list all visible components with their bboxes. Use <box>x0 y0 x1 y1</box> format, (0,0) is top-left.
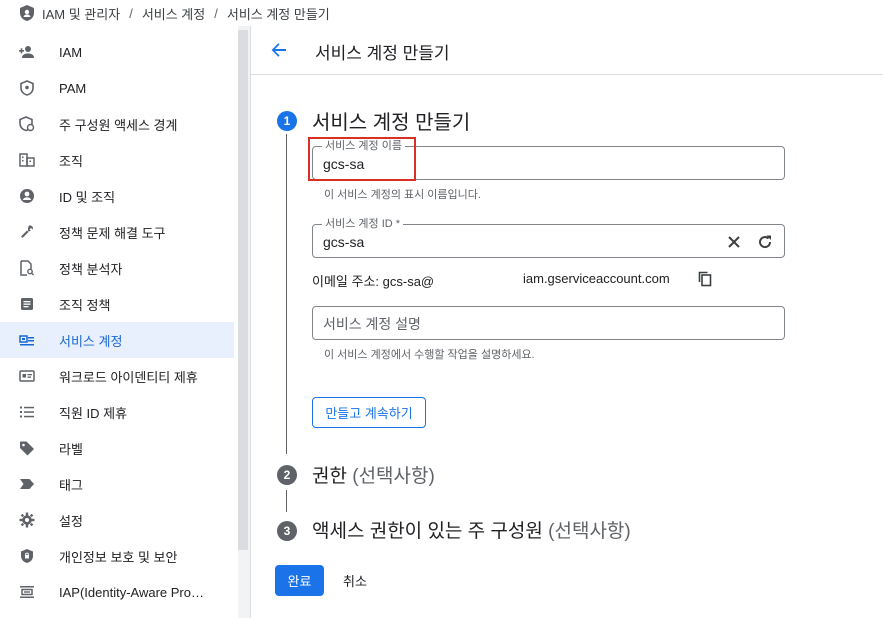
sidebar-item-label: 조직 <box>59 153 83 169</box>
email-address-prefix: 이메일 주소: gcs-sa@ <box>312 274 435 289</box>
sidebar-item-policy-analyzer[interactable]: 정책 분석자 <box>0 250 234 286</box>
step-number-1: 1 <box>277 111 297 131</box>
step-connector-line <box>286 134 287 454</box>
sidebar-scrollbar-thumb[interactable] <box>238 30 248 550</box>
create-and-continue-button[interactable]: 만들고 계속하기 <box>312 397 426 428</box>
step-title-text: 권한 <box>312 466 353 487</box>
sidebar-item-iam[interactable]: IAM <box>0 34 234 70</box>
copy-icon[interactable] <box>698 271 712 287</box>
sidebar-item-label: IAP(Identity-Aware Pro… <box>59 584 204 600</box>
sidebar-item-labels[interactable]: 라벨 <box>0 430 234 466</box>
sidebar-item-label: 정책 분석자 <box>59 261 123 277</box>
sidebar-item-organizations[interactable]: 조직 <box>0 142 234 178</box>
sidebar-item-label: PAM <box>59 80 87 96</box>
service-account-id-field: 서비스 계정 ID * <box>312 218 785 258</box>
wrench-icon <box>19 224 35 240</box>
service-account-description-hint: 이 서비스 계정에서 수행할 작업을 설명하세요. <box>324 349 535 361</box>
breadcrumb: IAM 및 관리자 / 서비스 계정 / 서비스 계정 만들기 <box>0 0 883 26</box>
page-header: 서비스 계정 만들기 <box>251 26 883 75</box>
clear-icon[interactable] <box>725 233 743 251</box>
sidebar-item-org-policies[interactable]: 조직 정책 <box>0 286 234 322</box>
label-arrow-icon <box>19 476 35 492</box>
service-account-name-hint: 이 서비스 계정의 표시 이름입니다. <box>324 189 481 201</box>
sidebar-item-privacy-security[interactable]: 개인정보 보호 및 보안 <box>0 538 234 574</box>
id-card-icon <box>19 368 35 384</box>
gear-icon <box>19 512 35 528</box>
shield-icon <box>20 5 34 21</box>
service-account-description-field <box>312 306 785 340</box>
sidebar-item-pam[interactable]: PAM <box>0 70 234 106</box>
service-account-id-label: 서비스 계정 ID * <box>322 218 404 230</box>
step-optional-text: (선택사항) <box>352 466 435 487</box>
sidebar-item-workload-identity-federation[interactable]: 워크로드 아이덴티티 제휴 <box>0 358 234 394</box>
sidebar: IAM PAM 주 구성원 액세스 경계 조직 ID 및 조직 정책 문제 해결… <box>0 34 234 610</box>
step-title-2[interactable]: 권한 (선택사항) <box>312 461 435 488</box>
list-document-icon <box>19 296 35 312</box>
tag-icon <box>19 440 35 456</box>
back-arrow-icon[interactable] <box>269 40 289 60</box>
sidebar-item-label: 정책 문제 해결 도구 <box>59 225 166 241</box>
building-icon <box>19 152 35 168</box>
sidebar-item-label: 주 구성원 액세스 경계 <box>59 117 178 133</box>
sidebar-item-settings[interactable]: 설정 <box>0 502 234 538</box>
sidebar-item-label: 라벨 <box>59 441 83 457</box>
highlight-box <box>308 137 416 181</box>
step-title-3[interactable]: 액세스 권한이 있는 주 구성원 (선택사항) <box>312 516 631 543</box>
sidebar-divider <box>250 26 251 618</box>
email-address-domain: iam.gserviceaccount.com <box>523 271 670 286</box>
sidebar-item-policy-troubleshooter[interactable]: 정책 문제 해결 도구 <box>0 214 234 250</box>
breadcrumb-separator: / <box>129 5 133 21</box>
breadcrumb-item-service-accounts[interactable]: 서비스 계정 <box>142 4 205 23</box>
shield-lock-icon <box>19 548 35 564</box>
sidebar-item-label: 워크로드 아이덴티티 제휴 <box>59 369 198 385</box>
sidebar-item-label: ID 및 조직 <box>59 189 116 205</box>
sidebar-item-label: 직원 ID 제휴 <box>59 405 128 421</box>
list-icon <box>19 404 35 420</box>
sidebar-item-label: 서비스 계정 <box>59 333 123 349</box>
sidebar-item-tags[interactable]: 태그 <box>0 466 234 502</box>
sidebar-item-workforce-identity-federation[interactable]: 직원 ID 제휴 <box>0 394 234 430</box>
step-title-1: 서비스 계정 만들기 <box>312 106 470 135</box>
sidebar-item-label: 개인정보 보호 및 보안 <box>59 549 178 565</box>
breadcrumb-item-iam-admin[interactable]: IAM 및 관리자 <box>42 4 120 23</box>
step-number-3: 3 <box>277 521 297 541</box>
sidebar-item-identity-organization[interactable]: ID 및 조직 <box>0 178 234 214</box>
step-title-text: 서비스 계정 만들기 <box>312 112 471 134</box>
shield-person-icon <box>19 116 35 132</box>
service-account-description-input[interactable] <box>323 314 713 334</box>
service-account-id-input[interactable] <box>323 232 713 252</box>
sidebar-item-label: 조직 정책 <box>59 297 111 313</box>
sidebar-item-service-accounts[interactable]: 서비스 계정 <box>0 322 234 358</box>
service-account-icon <box>19 332 35 348</box>
sidebar-item-principal-access-boundary[interactable]: 주 구성원 액세스 경계 <box>0 106 234 142</box>
sidebar-item-label: 태그 <box>59 477 83 493</box>
account-circle-icon <box>19 188 35 204</box>
refresh-icon[interactable] <box>756 233 774 251</box>
cancel-button[interactable]: 취소 <box>335 565 375 596</box>
document-search-icon <box>19 260 35 276</box>
sidebar-item-label: 설정 <box>59 513 83 529</box>
step-optional-text: (선택사항) <box>548 521 631 542</box>
sidebar-item-iap[interactable]: IAP(Identity-Aware Pro… <box>0 574 234 610</box>
step-connector-line <box>286 490 287 512</box>
step-number-2: 2 <box>277 465 297 485</box>
person-add-icon <box>19 44 35 60</box>
iap-icon <box>19 584 35 600</box>
breadcrumb-item-create: 서비스 계정 만들기 <box>226 6 330 22</box>
email-address-row: 이메일 주소: gcs-sa@ iam.gserviceaccount.com <box>312 271 670 290</box>
done-button[interactable]: 완료 <box>275 565 324 596</box>
page-title: 서비스 계정 만들기 <box>315 44 450 63</box>
sidebar-item-label: IAM <box>59 44 83 60</box>
breadcrumb-separator: / <box>214 5 218 21</box>
shield-icon <box>19 80 35 96</box>
step-title-text: 액세스 권한이 있는 주 구성원 <box>312 521 549 542</box>
